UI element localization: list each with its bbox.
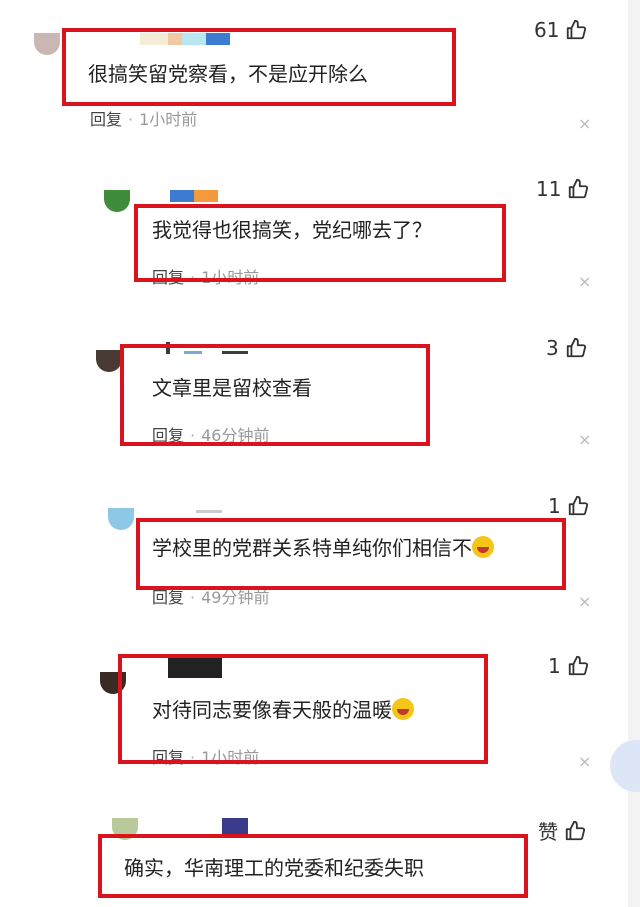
avatar[interactable]: [104, 190, 130, 212]
close-icon[interactable]: ×: [578, 274, 591, 290]
like-count: 61: [534, 18, 560, 42]
like-button[interactable]: 1: [548, 654, 589, 678]
avatar[interactable]: [34, 33, 60, 55]
like-count: 1: [548, 654, 561, 678]
like-button[interactable]: 61: [534, 18, 587, 42]
like-count: 11: [536, 177, 562, 201]
reply-button[interactable]: 回复: [90, 110, 122, 129]
highlight-box: [62, 28, 456, 106]
comment-meta: 回复 · 1小时前: [90, 110, 198, 129]
comment-meta: 回复 · 49分钟前: [152, 588, 270, 607]
thumbs-up-icon: [567, 19, 587, 40]
like-button[interactable]: 3: [546, 336, 587, 360]
highlight-box: [98, 834, 528, 898]
close-icon[interactable]: ×: [578, 754, 591, 770]
thumbs-up-icon: [565, 820, 586, 840]
close-icon[interactable]: ×: [578, 116, 591, 132]
avatar[interactable]: [96, 350, 122, 372]
like-button[interactable]: 1: [548, 494, 589, 518]
like-button[interactable]: 11: [536, 177, 589, 201]
highlight-box: [134, 204, 506, 282]
username-redacted: [170, 190, 218, 202]
highlight-box: [120, 344, 430, 446]
thumbs-up-icon: [568, 655, 588, 676]
thumbs-up-icon: [568, 495, 588, 516]
thumbs-up-icon: [566, 337, 586, 358]
highlight-box: [118, 654, 488, 764]
like-count: 赞: [538, 820, 558, 844]
reply-button[interactable]: 回复: [152, 588, 184, 607]
comment-time: 1小时前: [139, 110, 198, 129]
floating-action-button[interactable]: [610, 740, 640, 792]
like-count: 3: [546, 336, 559, 360]
avatar[interactable]: [108, 508, 134, 530]
like-count: 1: [548, 494, 561, 518]
close-icon[interactable]: ×: [578, 594, 591, 610]
highlight-box: [136, 518, 566, 590]
comment-time: 49分钟前: [201, 588, 270, 607]
like-button[interactable]: 赞: [538, 816, 586, 845]
close-icon[interactable]: ×: [578, 432, 591, 448]
username-redacted: [222, 818, 248, 834]
thumbs-up-icon: [569, 178, 589, 199]
